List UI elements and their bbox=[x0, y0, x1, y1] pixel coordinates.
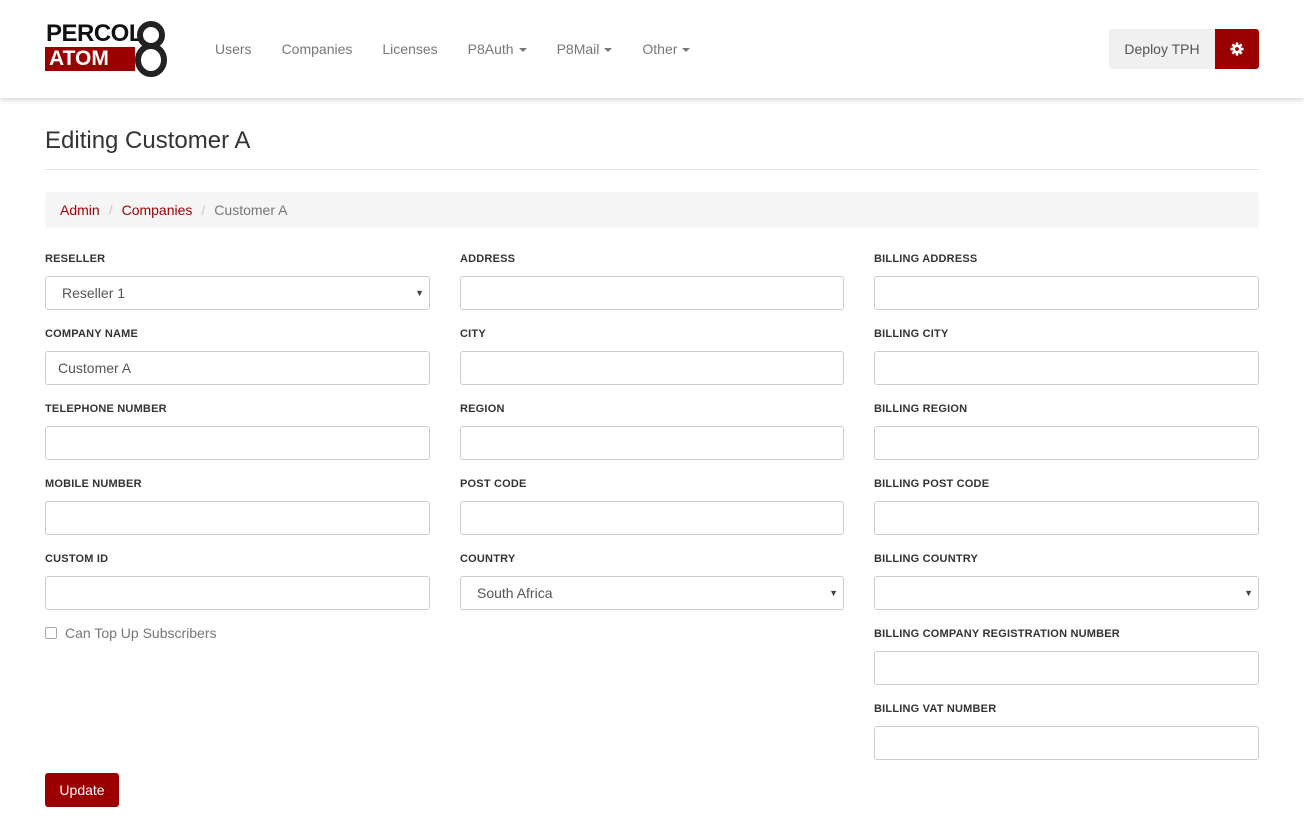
billing-vat-number-field: Billing VAT Number bbox=[874, 702, 1259, 760]
nav-licenses[interactable]: Licenses bbox=[367, 38, 452, 60]
breadcrumb: Admin / Companies / Customer A bbox=[45, 192, 1259, 228]
reseller-selected-value: Reseller 1 bbox=[62, 285, 126, 301]
reseller-field: Reseller Reseller 1 ▼ bbox=[45, 252, 430, 310]
brand-line-1: PERCOL bbox=[46, 20, 144, 47]
update-button[interactable]: Update bbox=[45, 773, 119, 807]
breadcrumb-current: Customer A bbox=[214, 202, 288, 218]
billing-post-code-label: Billing Post Code bbox=[874, 478, 990, 490]
caret-down-icon bbox=[518, 48, 527, 53]
breadcrumb-separator: / bbox=[108, 202, 113, 218]
nav-p8auth-dropdown[interactable]: P8Auth bbox=[453, 38, 542, 60]
top-navbar: PERCOL ATOM Users Companies Licenses P8A… bbox=[0, 0, 1304, 98]
address-label: Address bbox=[460, 253, 516, 265]
post-code-label: Post Code bbox=[460, 478, 527, 490]
telephone-number-label: Telephone Number bbox=[45, 403, 167, 415]
nav-other-dropdown[interactable]: Other bbox=[627, 38, 705, 60]
page-title: Editing Customer A bbox=[45, 127, 251, 154]
deploy-tph-button[interactable]: Deploy TPH bbox=[1109, 29, 1215, 69]
title-divider bbox=[45, 169, 1259, 170]
billing-region-label: Billing Region bbox=[874, 403, 968, 415]
custom-id-label: Custom ID bbox=[45, 553, 109, 565]
billing-country-field: Billing Country ▼ bbox=[874, 552, 1259, 610]
billing-vat-number-input[interactable] bbox=[874, 726, 1259, 760]
country-select[interactable]: South Africa ▼ bbox=[460, 576, 844, 610]
address-input[interactable] bbox=[460, 276, 844, 310]
billing-country-select[interactable]: ▼ bbox=[874, 576, 1259, 610]
company-name-field: Company Name bbox=[45, 327, 430, 385]
mobile-number-field: Mobile Number bbox=[45, 477, 430, 535]
select-arrow-icon: ▼ bbox=[1244, 588, 1253, 598]
reseller-select[interactable]: Reseller 1 ▼ bbox=[45, 276, 430, 310]
can-top-up-row: Can Top Up Subscribers bbox=[45, 625, 216, 641]
billing-address-field: Billing Address bbox=[874, 252, 1259, 310]
mobile-number-label: Mobile Number bbox=[45, 478, 142, 490]
brand-logo[interactable]: PERCOL ATOM bbox=[45, 20, 171, 78]
billing-region-field: Billing Region bbox=[874, 402, 1259, 460]
country-selected-value: South Africa bbox=[477, 585, 553, 601]
mobile-number-input[interactable] bbox=[45, 501, 430, 535]
company-name-label: Company Name bbox=[45, 328, 139, 340]
billing-city-field: Billing City bbox=[874, 327, 1259, 385]
billing-address-label: Billing Address bbox=[874, 253, 978, 265]
custom-id-field: Custom ID bbox=[45, 552, 430, 610]
post-code-field: Post Code bbox=[460, 477, 844, 535]
billing-country-label: Billing Country bbox=[874, 553, 979, 565]
breadcrumb-companies[interactable]: Companies bbox=[122, 192, 193, 228]
address-field: Address bbox=[460, 252, 844, 310]
can-top-up-label[interactable]: Can Top Up Subscribers bbox=[65, 625, 216, 641]
select-arrow-icon: ▼ bbox=[829, 588, 838, 598]
billing-company-registration-number-input[interactable] bbox=[874, 651, 1259, 685]
company-name-input[interactable] bbox=[45, 351, 430, 385]
billing-company-registration-number-field: Billing Company Registration Number bbox=[874, 627, 1259, 685]
billing-region-input[interactable] bbox=[874, 426, 1259, 460]
billing-city-input[interactable] bbox=[874, 351, 1259, 385]
breadcrumb-separator: / bbox=[201, 202, 206, 218]
brand-line-2: ATOM bbox=[49, 47, 109, 70]
post-code-input[interactable] bbox=[460, 501, 844, 535]
custom-id-input[interactable] bbox=[45, 576, 430, 610]
telephone-number-field: Telephone Number bbox=[45, 402, 430, 460]
billing-city-label: Billing City bbox=[874, 328, 949, 340]
country-label: Country bbox=[460, 553, 516, 565]
can-top-up-checkbox[interactable] bbox=[45, 627, 57, 639]
reseller-label: Reseller bbox=[45, 253, 106, 265]
brand-eight-mark bbox=[135, 21, 167, 77]
billing-vat-number-label: Billing VAT Number bbox=[874, 703, 997, 715]
nav-p8mail-dropdown[interactable]: P8Mail bbox=[542, 38, 628, 60]
billing-post-code-input[interactable] bbox=[874, 501, 1259, 535]
billing-address-input[interactable] bbox=[874, 276, 1259, 310]
country-field: Country South Africa ▼ bbox=[460, 552, 844, 610]
caret-down-icon bbox=[604, 48, 613, 53]
select-arrow-icon: ▼ bbox=[415, 288, 424, 298]
region-field: Region bbox=[460, 402, 844, 460]
telephone-number-input[interactable] bbox=[45, 426, 430, 460]
caret-down-icon bbox=[682, 48, 691, 53]
breadcrumb-admin[interactable]: Admin bbox=[60, 192, 100, 228]
settings-button[interactable] bbox=[1215, 29, 1259, 69]
nav-companies[interactable]: Companies bbox=[267, 38, 368, 60]
main-nav: Users Companies Licenses P8Auth P8Mail O… bbox=[200, 38, 705, 60]
billing-company-registration-number-label: Billing Company Registration Number bbox=[874, 628, 1120, 640]
city-input[interactable] bbox=[460, 351, 844, 385]
region-input[interactable] bbox=[460, 426, 844, 460]
gear-icon bbox=[1230, 42, 1244, 56]
city-label: City bbox=[460, 328, 486, 340]
region-label: Region bbox=[460, 403, 505, 415]
nav-users[interactable]: Users bbox=[200, 38, 267, 60]
city-field: City bbox=[460, 327, 844, 385]
billing-post-code-field: Billing Post Code bbox=[874, 477, 1259, 535]
